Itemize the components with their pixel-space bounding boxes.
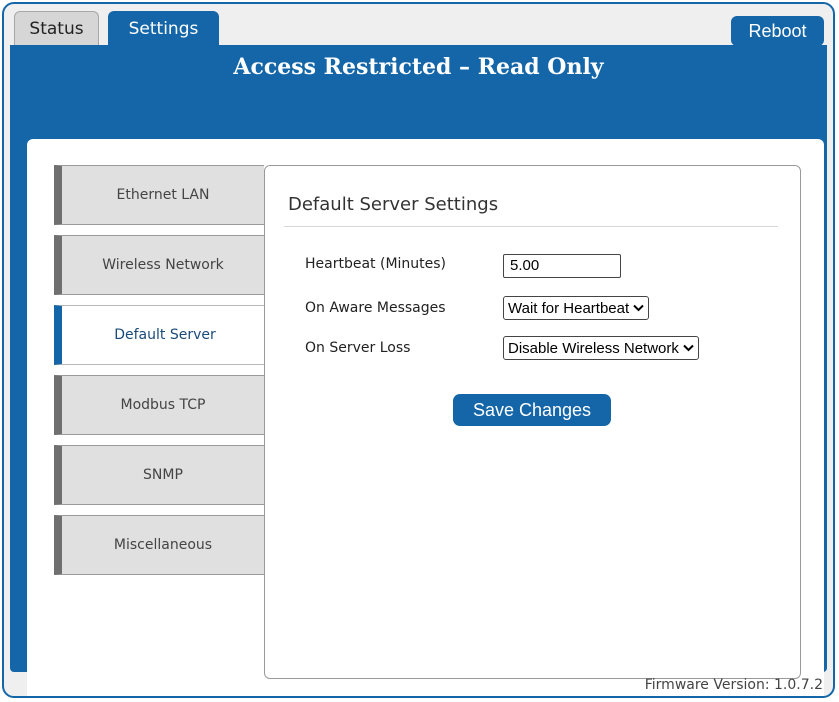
sidebar-item-miscellaneous[interactable]: Miscellaneous <box>54 515 264 575</box>
firmware-version: Firmware Version: 1.0.7.2 <box>644 677 823 693</box>
sidebar-item-label: Wireless Network <box>102 257 224 273</box>
server-loss-value: Disable Wireless Network <box>508 339 679 357</box>
heartbeat-input[interactable]: 5.00 <box>503 254 621 278</box>
sidebar-item-wireless-network[interactable]: Wireless Network <box>54 235 264 295</box>
sidebar-item-snmp[interactable]: SNMP <box>54 445 264 505</box>
tab-settings-label: Settings <box>128 19 199 39</box>
access-banner: Access Restricted – Read Only <box>233 54 604 80</box>
heartbeat-label: Heartbeat (Minutes) <box>305 256 447 272</box>
sidebar-item-label: Default Server <box>114 327 216 343</box>
settings-band: Access Restricted – Read Only Ethernet L… <box>10 45 827 696</box>
aware-messages-select[interactable]: Wait for Heartbeat <box>503 296 650 320</box>
tab-settings[interactable]: Settings <box>108 11 219 47</box>
save-changes-button[interactable]: Save Changes <box>453 394 611 426</box>
sidebar-item-label: Ethernet LAN <box>116 187 210 203</box>
chevron-down-icon <box>683 344 694 352</box>
content-box: Default Server Settings Heartbeat (Minut… <box>264 165 801 679</box>
sidebar-item-label: Miscellaneous <box>113 537 213 553</box>
server-loss-select[interactable]: Disable Wireless Network <box>503 336 699 360</box>
reboot-label: Reboot <box>748 20 807 41</box>
chevron-down-icon <box>633 304 644 312</box>
section-title: Default Server Settings <box>288 194 499 215</box>
sidebar-item-label: SNMP <box>143 467 183 483</box>
app-frame: Status Settings Reboot Access Restricted… <box>2 2 835 698</box>
aware-messages-label: On Aware Messages <box>305 300 446 316</box>
sidebar-item-default-server[interactable]: Default Server <box>54 305 268 365</box>
tab-status-label: Status <box>29 18 84 39</box>
reboot-button[interactable]: Reboot <box>731 16 824 46</box>
tab-status[interactable]: Status <box>14 11 99 45</box>
sidebar-item-ethernet-lan[interactable]: Ethernet LAN <box>54 165 264 225</box>
section-divider <box>284 226 778 227</box>
sidebar-item-modbus-tcp[interactable]: Modbus TCP <box>54 375 264 435</box>
save-changes-label: Save Changes <box>472 399 592 420</box>
aware-messages-value: Wait for Heartbeat <box>508 299 630 317</box>
settings-panel: Ethernet LAN Wireless Network Default Se… <box>27 139 824 696</box>
server-loss-label: On Server Loss <box>305 340 411 356</box>
sidebar-item-label: Modbus TCP <box>120 397 206 413</box>
